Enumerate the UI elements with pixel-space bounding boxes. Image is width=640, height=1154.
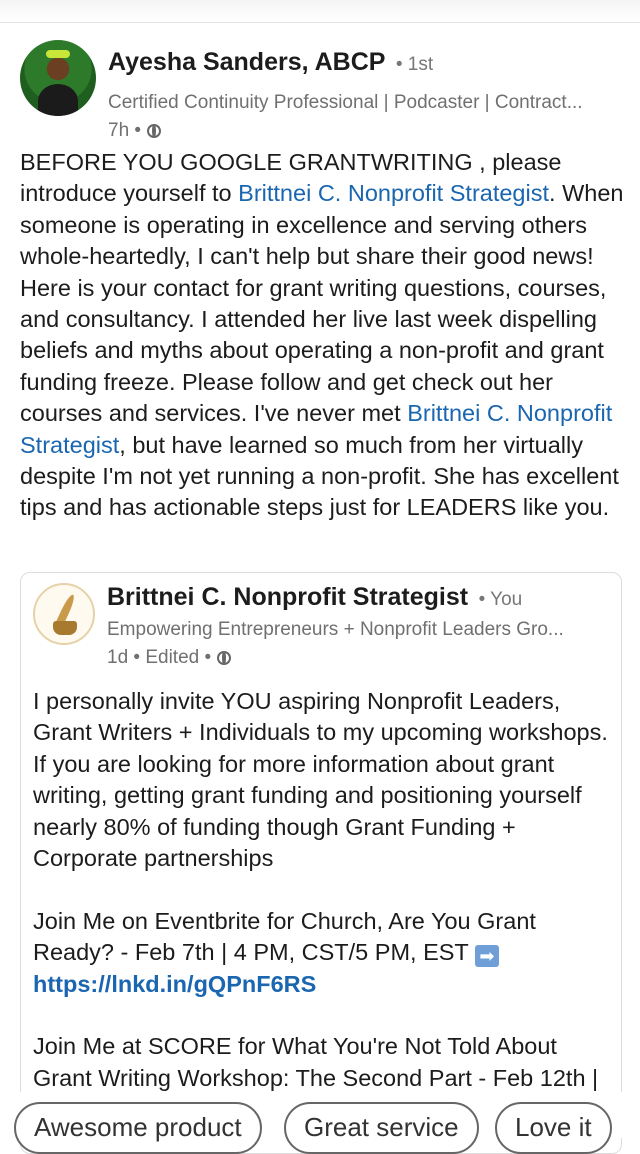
globe-icon: [217, 651, 232, 665]
reshared-author-avatar[interactable]: [33, 583, 95, 645]
author-name-row: Ayesha Sanders, ABCP • 1st: [108, 48, 433, 77]
reshared-post-time: 1d • Edited •: [107, 647, 212, 668]
mention-link[interactable]: Brittnei C. Nonprofit Strategist: [238, 180, 549, 206]
ink-pot-icon: [53, 621, 77, 635]
reshared-paragraph-3: Join Me at SCORE for What You're Not Tol…: [33, 1033, 599, 1091]
globe-icon: [147, 124, 162, 138]
author-name[interactable]: Ayesha Sanders, ABCP: [108, 48, 385, 76]
reshared-post-body: I personally invite YOU aspiring Nonprof…: [33, 686, 613, 1094]
post-meta: 7h •: [108, 120, 162, 142]
right-arrow-icon: ➡: [474, 945, 499, 968]
reshared-author-name-row: Brittnei C. Nonprofit Strategist • You: [107, 583, 522, 612]
eventbrite-text: Join Me on Eventbrite for Church, Are Yo…: [33, 907, 536, 966]
reshared-author-headline: Empowering Entrepreneurs + Nonprofit Lea…: [107, 619, 564, 640]
post-text-2: . When someone is operating in excellenc…: [20, 180, 624, 427]
reply-chip-love-it[interactable]: Love it: [495, 1102, 612, 1154]
reshared-post-card[interactable]: Brittnei C. Nonprofit Strategist • You E…: [20, 572, 622, 1154]
top-divider: [0, 0, 640, 23]
reshared-author-name[interactable]: Brittnei C. Nonprofit Strategist: [107, 583, 468, 611]
reshared-paragraph-2: Join Me on Eventbrite for Church, Are Yo…: [33, 906, 613, 1000]
you-label: • You: [478, 589, 523, 610]
shirt-shape: [38, 84, 78, 116]
post-header: Ayesha Sanders, ABCP • 1st Certified Con…: [20, 40, 630, 141]
connection-degree: • 1st: [395, 54, 434, 75]
reshared-post-meta: 1d • Edited •: [107, 647, 232, 669]
post-body: BEFORE YOU GOOGLE GRANTWRITING , please …: [20, 147, 625, 524]
author-avatar[interactable]: [20, 40, 96, 116]
eventbrite-link[interactable]: https://lnkd.in/gQPnF6RS: [33, 971, 316, 997]
reply-chip-great-service[interactable]: Great service: [284, 1102, 479, 1154]
headband-shape: [46, 50, 70, 58]
reshared-paragraph-1: I personally invite YOU aspiring Nonprof…: [33, 688, 608, 872]
suggested-replies: Awesome product Great service Love it: [0, 1092, 640, 1154]
post-time: 7h •: [108, 120, 142, 141]
author-headline: Certified Continuity Professional | Podc…: [108, 92, 583, 113]
reply-chip-awesome-product[interactable]: Awesome product: [14, 1102, 262, 1154]
